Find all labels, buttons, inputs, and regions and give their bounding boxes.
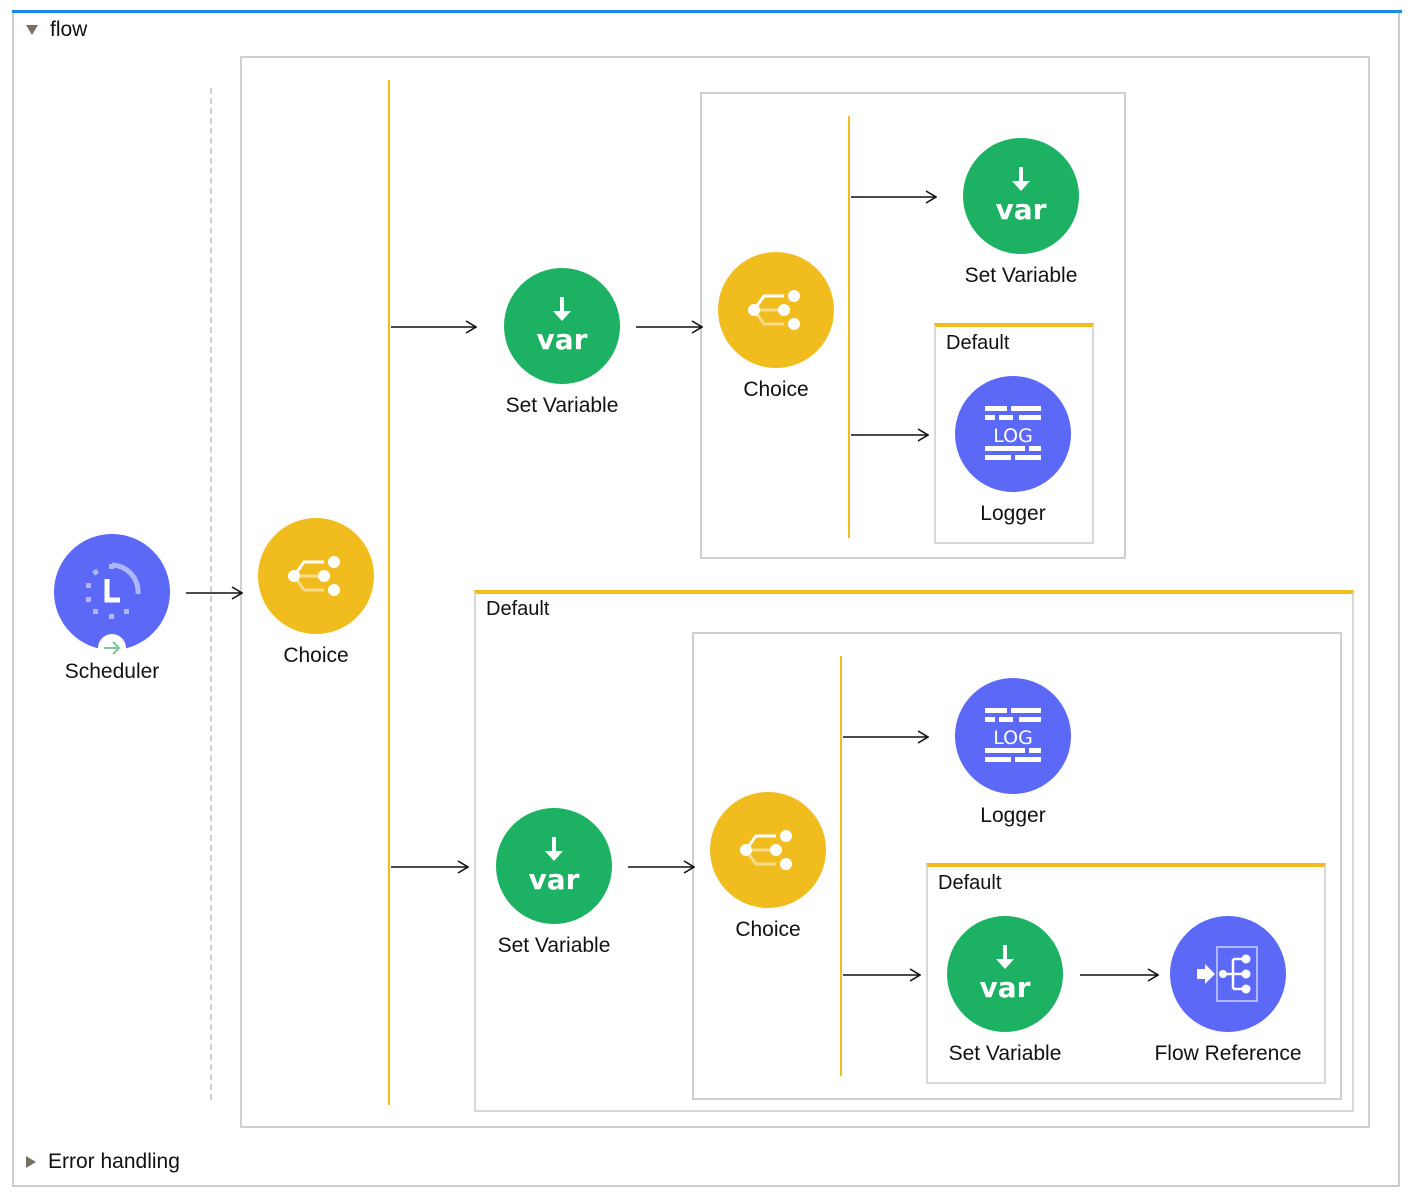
choice-circle bbox=[710, 792, 826, 908]
var-icon: var bbox=[980, 945, 1031, 1004]
set-variable-node-2b[interactable]: var Set Variable bbox=[947, 916, 1063, 1065]
set-variable-circle: var bbox=[496, 808, 612, 924]
set-variable-node-2[interactable]: var Set Variable bbox=[496, 808, 612, 957]
svg-text:var: var bbox=[980, 971, 1031, 1004]
log-icon: LOG bbox=[985, 406, 1041, 460]
scheduler-circle bbox=[54, 534, 170, 650]
choice-branch-icon bbox=[288, 556, 340, 596]
svg-text:var: var bbox=[529, 863, 580, 896]
flow-reference-icon bbox=[1197, 946, 1258, 1002]
set-variable-circle: var bbox=[947, 916, 1063, 1032]
set-variable-label: Set Variable bbox=[497, 934, 611, 957]
choice-node-main[interactable]: Choice bbox=[258, 518, 374, 667]
svg-text:LOG: LOG bbox=[993, 425, 1033, 447]
arrow-right-icon bbox=[104, 641, 121, 655]
svg-text:var: var bbox=[996, 193, 1047, 226]
var-icon: var bbox=[529, 837, 580, 896]
choice-branch-icon bbox=[740, 830, 792, 870]
logger-circle: LOG bbox=[955, 376, 1071, 492]
var-icon: var bbox=[537, 297, 588, 356]
set-variable-node-1[interactable]: var Set Variable bbox=[504, 268, 620, 417]
source-badge bbox=[98, 634, 126, 662]
choice-circle bbox=[718, 252, 834, 368]
flow-reference-label: Flow Reference bbox=[1154, 1042, 1302, 1065]
logger-node-2[interactable]: LOG Logger bbox=[955, 678, 1071, 827]
scheduler-label: Scheduler bbox=[64, 660, 160, 683]
scheduler-node[interactable]: Scheduler bbox=[54, 534, 170, 683]
clock-icon bbox=[86, 562, 141, 619]
flow-reference-node[interactable]: Flow Reference bbox=[1154, 916, 1302, 1065]
choice-node-1[interactable]: Choice bbox=[718, 252, 834, 401]
set-variable-node-1a[interactable]: var Set Variable bbox=[963, 138, 1079, 287]
set-variable-label: Set Variable bbox=[948, 1042, 1062, 1065]
flow-reference-circle bbox=[1170, 916, 1286, 1032]
svg-text:var: var bbox=[537, 323, 588, 356]
set-variable-label: Set Variable bbox=[964, 264, 1078, 287]
set-variable-label: Set Variable bbox=[505, 394, 619, 417]
choice-label: Choice bbox=[743, 378, 809, 401]
log-icon: LOG bbox=[985, 708, 1041, 762]
svg-text:LOG: LOG bbox=[993, 727, 1033, 749]
choice-label: Choice bbox=[735, 918, 801, 941]
choice-label: Choice bbox=[283, 644, 349, 667]
var-icon: var bbox=[996, 167, 1047, 226]
logger-label: Logger bbox=[980, 502, 1046, 525]
set-variable-circle: var bbox=[963, 138, 1079, 254]
set-variable-circle: var bbox=[504, 268, 620, 384]
choice-circle bbox=[258, 518, 374, 634]
choice-node-2[interactable]: Choice bbox=[710, 792, 826, 941]
logger-label: Logger bbox=[980, 804, 1046, 827]
logger-node-1[interactable]: LOG Logger bbox=[955, 376, 1071, 525]
choice-branch-icon bbox=[748, 290, 800, 330]
logger-circle: LOG bbox=[955, 678, 1071, 794]
